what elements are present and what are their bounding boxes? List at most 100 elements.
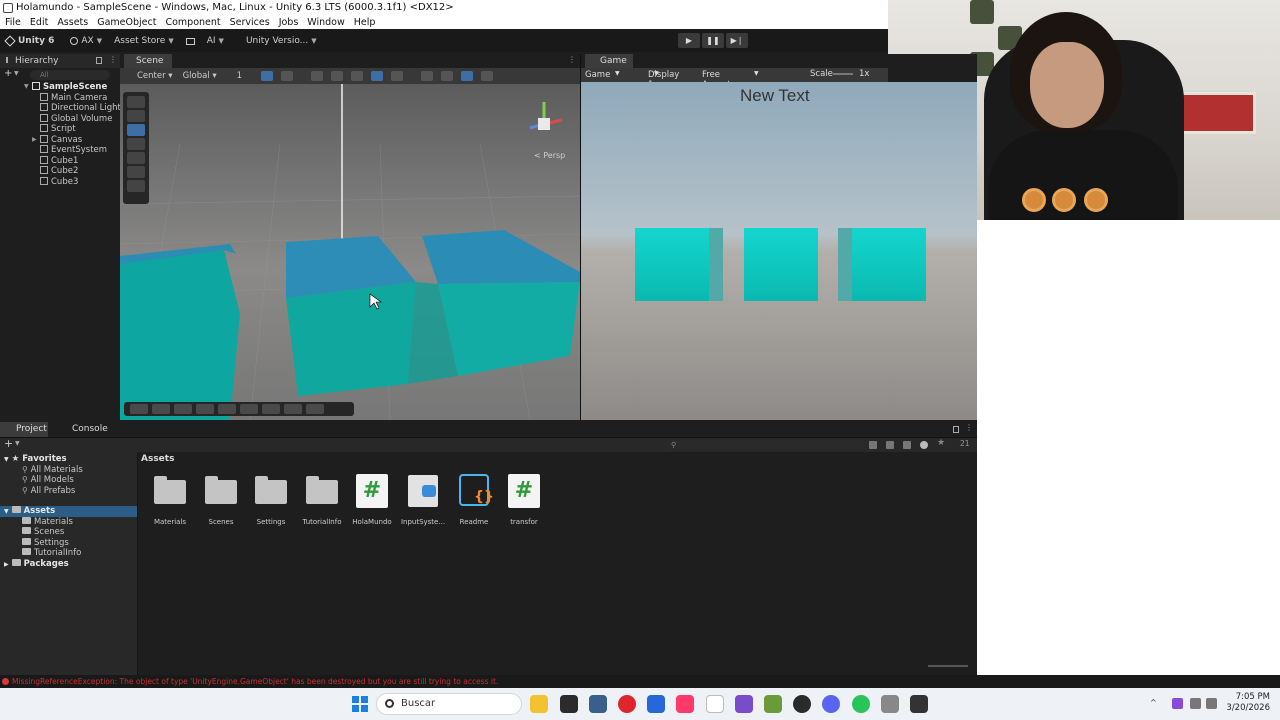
taskbar-clock[interactable]: 7:05 PM 3/20/2026 <box>1222 692 1270 714</box>
step-button[interactable]: ▶❘ <box>726 33 748 48</box>
favorite-star-icon[interactable]: ★ <box>937 438 945 448</box>
overlay-tool-icon[interactable] <box>306 404 324 414</box>
lock-icon[interactable] <box>953 426 959 433</box>
project-search-input[interactable]: ⚲ <box>665 440 865 450</box>
account-dropdown[interactable]: AX ▼ <box>64 33 108 49</box>
app-icon[interactable] <box>881 695 899 713</box>
menu-gameobject[interactable]: GameObject <box>97 16 156 29</box>
menu-jobs[interactable]: Jobs <box>279 16 299 29</box>
hierarchy-item-directional-light[interactable]: Directional Light <box>0 103 121 114</box>
tab-project[interactable]: Project <box>0 422 48 437</box>
menu-assets[interactable]: Assets <box>57 16 88 29</box>
folder-settings[interactable]: Settings <box>0 537 137 549</box>
info-icon[interactable] <box>920 441 928 449</box>
asset-item[interactable]: Materials <box>145 474 195 526</box>
visual-studio-icon[interactable] <box>735 695 753 713</box>
overlay-tool-icon[interactable] <box>152 404 170 414</box>
app-icon[interactable] <box>560 695 578 713</box>
2d-toggle-icon[interactable] <box>331 71 344 81</box>
minecraft-icon[interactable] <box>764 695 782 713</box>
hierarchy-item-cube2[interactable]: Cube2 <box>0 166 120 177</box>
favorite-item-all-materials[interactable]: ⚲ All Materials <box>0 465 137 476</box>
rect-tool-icon[interactable] <box>127 166 145 178</box>
asset-item[interactable]: TutorialInfo <box>297 474 347 526</box>
version-control-dropdown[interactable]: Unity Versio... ▼ <box>240 33 323 49</box>
windows-start-icon[interactable] <box>352 696 368 712</box>
hierarchy-search-input[interactable]: All <box>30 70 110 80</box>
package-button[interactable] <box>180 33 201 49</box>
scale-tool-icon[interactable] <box>127 152 145 164</box>
folder-scenes[interactable]: Scenes <box>0 527 137 538</box>
discord-icon[interactable] <box>822 695 840 713</box>
scale-slider[interactable] <box>833 73 853 75</box>
add-icon[interactable]: + <box>4 437 13 450</box>
lighting-toggle-icon[interactable] <box>351 71 364 81</box>
transform-tool-icon[interactable] <box>127 180 145 192</box>
hidden-packages-count[interactable]: 21 <box>960 439 970 448</box>
unity-icon[interactable] <box>910 695 928 713</box>
play-button[interactable]: ▶ <box>678 33 700 48</box>
whatsapp-icon[interactable] <box>852 695 870 713</box>
grid-toggle-icon[interactable] <box>261 71 274 81</box>
view-tool-icon[interactable] <box>127 96 145 108</box>
app-icon[interactable] <box>676 695 694 713</box>
overlay-tool-icon[interactable] <box>262 404 280 414</box>
hierarchy-item-script[interactable]: Script <box>0 124 120 135</box>
taskbar-search-box[interactable]: Buscar <box>376 693 522 715</box>
rotate-tool-icon[interactable] <box>127 138 145 150</box>
assets-folder[interactable]: ▼ Assets <box>0 506 137 517</box>
github-icon[interactable] <box>793 695 811 713</box>
expand-arrow-icon[interactable]: ▶ <box>32 135 37 146</box>
filter-type-icon[interactable] <box>869 441 877 449</box>
scene-viewport[interactable]: < Persp <box>120 84 581 420</box>
app-icon[interactable] <box>647 695 665 713</box>
overlay-tool-icon[interactable] <box>196 404 214 414</box>
opera-browser-icon[interactable] <box>618 695 636 713</box>
asset-item[interactable]: InputSyste... <box>398 474 448 526</box>
tab-console[interactable]: Console <box>56 422 112 437</box>
hierarchy-item-cube3[interactable]: Cube3 <box>0 176 120 188</box>
overlay-tool-icon[interactable] <box>218 404 236 414</box>
expand-arrow-icon[interactable]: ▼ <box>4 508 9 515</box>
perspective-label[interactable]: < Persp <box>534 151 565 160</box>
unity-product-button[interactable]: Unity 6 <box>0 33 60 49</box>
tab-hierarchy[interactable]: Hierarchy <box>0 54 59 68</box>
menu-window[interactable]: Window <box>307 16 344 29</box>
pause-button[interactable]: ❚❚ <box>702 33 724 48</box>
menu-component[interactable]: Component <box>165 16 220 29</box>
hierarchy-item-main-camera[interactable]: Main Camera <box>0 92 120 104</box>
asset-item[interactable]: Settings <box>246 474 296 526</box>
packages-folder[interactable]: ▶ Packages <box>0 558 137 570</box>
menu-file[interactable]: File <box>5 16 21 29</box>
chevron-down-icon[interactable]: ▼ <box>15 440 20 447</box>
tab-scene[interactable]: Scene <box>124 54 172 68</box>
overlay-tool-icon[interactable] <box>174 404 192 414</box>
app-icon[interactable] <box>589 695 607 713</box>
filter-label-icon[interactable] <box>886 441 894 449</box>
more-menu-icon[interactable]: ⋮ <box>965 423 973 432</box>
asset-store-dropdown[interactable]: Asset Store ▼ <box>108 33 180 49</box>
document-icon[interactable] <box>706 695 724 713</box>
overlay-tool-icon[interactable] <box>240 404 258 414</box>
hidden-objects-icon[interactable] <box>421 71 434 81</box>
lock-icon[interactable] <box>96 57 102 64</box>
pivot-dropdown[interactable]: Center ▾ <box>132 70 178 82</box>
file-explorer-icon[interactable] <box>530 695 548 713</box>
asset-item[interactable]: # HolaMundo <box>347 474 397 526</box>
chevron-down-icon[interactable]: ▼ <box>14 70 19 77</box>
asset-item[interactable]: Readme <box>449 474 499 526</box>
app-tray-icon[interactable] <box>1190 698 1201 709</box>
folder-tutorialinfo[interactable]: TutorialInfo <box>0 548 137 559</box>
show-hidden-icons-icon[interactable]: ^ <box>1150 698 1161 709</box>
overlay-tool-icon[interactable] <box>284 404 302 414</box>
camera-settings-icon[interactable] <box>441 71 454 81</box>
game-viewport[interactable]: New Text <box>581 82 977 420</box>
draw-mode-icon[interactable] <box>311 71 324 81</box>
network-icon[interactable] <box>1206 698 1217 709</box>
asset-item[interactable]: Scenes <box>196 474 246 526</box>
add-icon[interactable]: + <box>4 68 12 79</box>
effects-icon[interactable] <box>391 71 404 81</box>
scene-root[interactable]: ▼ SampleScene <box>0 82 120 93</box>
icon-size-slider[interactable] <box>928 665 968 667</box>
hierarchy-item-eventsystem[interactable]: EventSystem <box>0 145 120 156</box>
